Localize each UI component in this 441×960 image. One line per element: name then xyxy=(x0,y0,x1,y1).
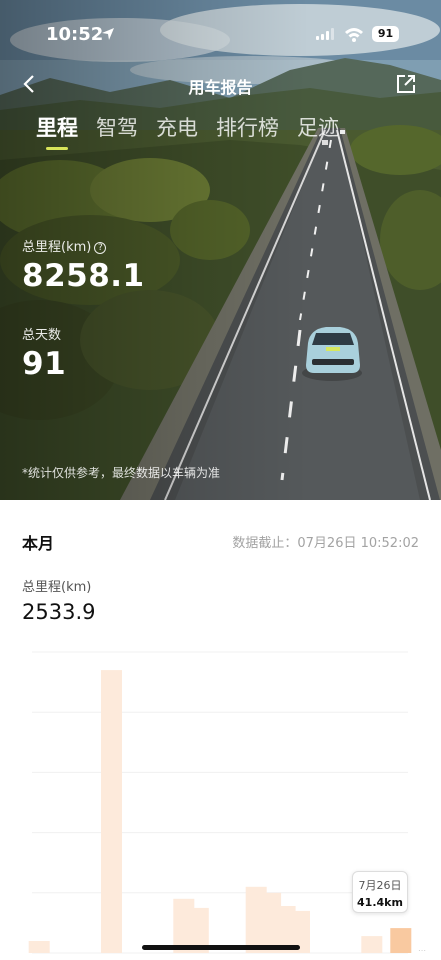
tab-charging[interactable]: 充电 xyxy=(156,112,198,142)
location-arrow-icon xyxy=(100,26,116,46)
report-tabs: 里程 智驾 充电 排行榜 足迹 xyxy=(36,112,339,150)
page-header: 用车报告 xyxy=(0,66,441,102)
battery-indicator: 91 xyxy=(372,26,399,42)
home-indicator[interactable] xyxy=(142,945,300,950)
status-time: 10:52 xyxy=(46,24,104,45)
more-icon: ⋯ xyxy=(418,946,426,955)
month-mileage-label: 总里程(km) xyxy=(22,580,92,595)
total-mileage-label-text: 总里程(km) xyxy=(22,240,92,255)
chart-bar[interactable] xyxy=(28,941,50,953)
tooltip-value: 41.4km xyxy=(357,896,403,909)
tab-footprint[interactable]: 足迹 xyxy=(297,112,339,142)
status-bar: 10:52 91 xyxy=(0,20,441,52)
total-days-value: 91 xyxy=(22,346,67,382)
disclaimer-text: *统计仅供参考，最终数据以车辆为准 xyxy=(22,466,221,480)
chart-bar[interactable] xyxy=(361,936,383,953)
total-days-label: 总天数 xyxy=(22,328,62,343)
share-button[interactable] xyxy=(394,72,418,96)
month-mileage-value: 2533.9 xyxy=(22,600,96,624)
share-icon xyxy=(397,75,415,93)
chart-bar-selected[interactable] xyxy=(390,928,412,953)
help-icon[interactable]: ? xyxy=(94,242,107,254)
page-title: 用车报告 xyxy=(188,78,253,97)
month-label: 本月 xyxy=(22,534,55,553)
wifi-icon xyxy=(344,26,364,46)
tab-mileage[interactable]: 里程 xyxy=(36,112,78,150)
chart-bar[interactable] xyxy=(101,670,122,953)
tab-ranking[interactable]: 排行榜 xyxy=(216,112,279,142)
cellular-signal-icon xyxy=(316,28,334,40)
total-mileage-label: 总里程(km)? xyxy=(22,236,107,255)
tab-smart-driving[interactable]: 智驾 xyxy=(96,112,138,142)
data-cutoff-time: 数据截止：07月26日 10:52:02 xyxy=(232,536,419,551)
hero-banner: 10:52 91 用车报告 里程 智驾 充电 排行榜 足迹 总里程(km) ? … xyxy=(0,0,441,500)
chart-tooltip: 7月26日 41.4km xyxy=(352,871,408,913)
tooltip-date: 7月26日 xyxy=(358,879,402,892)
total-mileage-value: 8258.1 xyxy=(22,258,145,294)
